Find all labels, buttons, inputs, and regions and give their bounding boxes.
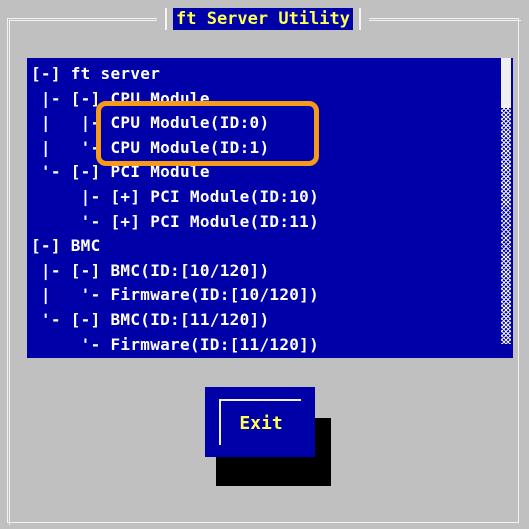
tree-item-bmc-11-120[interactable]: '- [-] BMC(ID:[11/120]) [31, 308, 491, 333]
exit-button-face[interactable]: Exit [219, 399, 301, 445]
tree-item-firmware-10-120[interactable]: | '- Firmware(ID:[10/120]) [31, 283, 491, 308]
tree-scrollbar[interactable] [501, 58, 511, 358]
exit-button-label: Exit [239, 412, 283, 434]
tree-item-pci-module-id10[interactable]: |- [+] PCI Module(ID:10) [31, 185, 491, 210]
tree-item-firmware-11-120[interactable]: '- Firmware(ID:[11/120]) [31, 333, 491, 358]
window-title: ft Server Utility [173, 8, 353, 30]
tree-item-ft-server[interactable]: [-] ft server [31, 62, 491, 87]
tree-item-bmc-10-120[interactable]: |- [-] BMC(ID:[10/120]) [31, 259, 491, 284]
scrollbar-track-hatch[interactable] [501, 108, 511, 344]
scrollbar-thumb[interactable] [501, 58, 511, 108]
tree-item-pci-module-id11[interactable]: '- [+] PCI Module(ID:11) [31, 210, 491, 235]
title-area: ft Server Utility [157, 5, 369, 33]
tree-item-bmc[interactable]: [-] BMC [31, 234, 491, 259]
exit-button[interactable]: Exit [205, 387, 315, 457]
highlight-annotation-box [96, 101, 319, 166]
title-right-bar [359, 8, 361, 30]
title-left-bar [165, 8, 167, 30]
